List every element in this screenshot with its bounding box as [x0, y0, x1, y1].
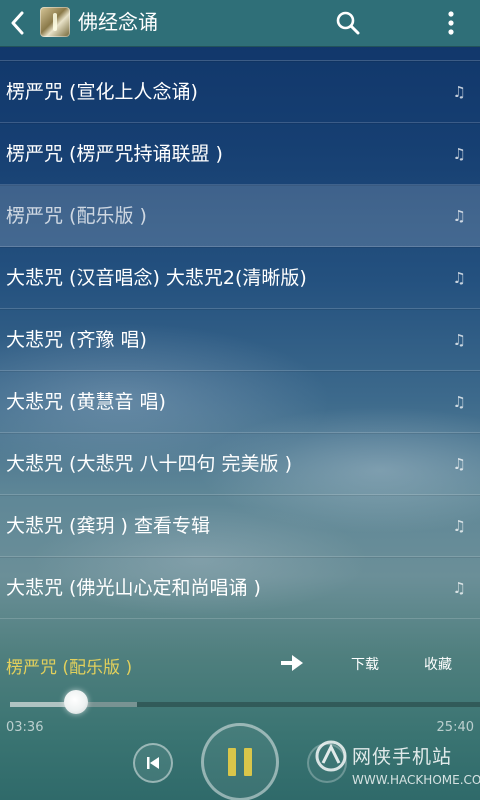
progress-thumb[interactable]	[63, 690, 88, 714]
watermark: 网侠手机站 WWW.HACKHOME.COM	[312, 735, 480, 795]
watermark-logo-icon	[315, 740, 347, 772]
list-item-title: 大悲咒 (龚玥 ) 查看专辑	[6, 515, 210, 537]
list-item-title: 大悲咒 (大悲咒 八十四句 完美版 )	[6, 453, 292, 475]
list-item-title: 楞严咒 (楞严咒持诵联盟 )	[6, 143, 223, 165]
list-item[interactable]: 大悲咒 (齐豫 唱) ♫	[0, 309, 480, 371]
list-item[interactable]: 楞严咒 (宣化上人念诵) ♫	[0, 61, 480, 123]
list-item[interactable]: 大悲咒 (龚玥 ) 查看专辑 ♫	[0, 495, 480, 557]
list-item-title: 楞严咒 (宣化上人念诵)	[6, 81, 198, 103]
list-item-title: 大悲咒 (汉音唱念) 大悲咒2(清晰版)	[6, 267, 307, 289]
list-item-title: 楞严咒 (配乐版 )	[6, 205, 147, 227]
music-note-icon: ♫	[452, 83, 466, 101]
download-button[interactable]: 下载	[351, 654, 379, 674]
music-note-icon: ♫	[452, 579, 466, 597]
list-item[interactable]: 楞严咒 (楞严咒持诵联盟 ) ♫	[0, 123, 480, 185]
music-note-icon: ♫	[452, 517, 466, 535]
now-playing-bar: 楞严咒 (配乐版 ) 下载 收藏	[0, 645, 480, 681]
search-icon[interactable]	[335, 10, 361, 36]
list-item[interactable]: 大悲咒 (大悲咒 八十四句 完美版 ) ♫	[0, 433, 480, 495]
elapsed-time: 03:36	[6, 720, 44, 735]
play-pause-button[interactable]	[201, 723, 279, 800]
app-logo	[40, 7, 70, 37]
music-note-icon: ♫	[452, 145, 466, 163]
favorite-button[interactable]: 收藏	[424, 654, 452, 674]
music-note-icon: ♫	[452, 455, 466, 473]
list-item-title: 大悲咒 (齐豫 唱)	[6, 329, 147, 351]
share-arrow-icon[interactable]	[280, 654, 304, 672]
list-item[interactable]: 大悲咒 (汉音唱念) 大悲咒2(清晰版) ♫	[0, 247, 480, 309]
skip-previous-icon	[147, 757, 159, 769]
list-item-title: 大悲咒 (黄慧音 唱)	[6, 391, 166, 413]
list-item[interactable]: 大悲咒 (黄慧音 唱) ♫	[0, 371, 480, 433]
music-player-screen: 佛经念诵 楞严咒 (宣化上人念诵) ♫ 楞严咒 (楞严咒持诵联盟 ) ♫ 楞严咒 (配乐…	[0, 0, 480, 800]
music-note-icon: ♫	[452, 393, 466, 411]
playlist: 楞严咒 (宣化上人念诵) ♫ 楞严咒 (楞严咒持诵联盟 ) ♫ 楞严咒 (配乐版 ) ♫ 大…	[0, 60, 480, 619]
pause-icon	[228, 748, 252, 776]
watermark-name: 网侠手机站	[352, 746, 453, 768]
watermark-url: WWW.HACKHOME.COM	[352, 773, 480, 787]
page-title: 佛经念诵	[78, 10, 158, 34]
list-item[interactable]: 楞严咒 (配乐版 ) ♫	[0, 185, 480, 247]
now-playing-title[interactable]: 楞严咒 (配乐版 )	[6, 653, 132, 678]
list-item-title: 大悲咒 (佛光山心定和尚唱诵 )	[6, 577, 261, 599]
music-note-icon: ♫	[452, 269, 466, 287]
more-options-icon[interactable]	[446, 10, 456, 36]
list-item[interactable]: 大悲咒 (佛光山心定和尚唱诵 ) ♫	[0, 557, 480, 619]
music-note-icon: ♫	[452, 207, 466, 225]
previous-track-button[interactable]	[133, 743, 173, 783]
total-time: 25:40	[436, 720, 474, 735]
music-note-icon: ♫	[452, 331, 466, 349]
action-bar: 佛经念诵	[0, 0, 480, 47]
back-icon[interactable]	[10, 11, 24, 35]
